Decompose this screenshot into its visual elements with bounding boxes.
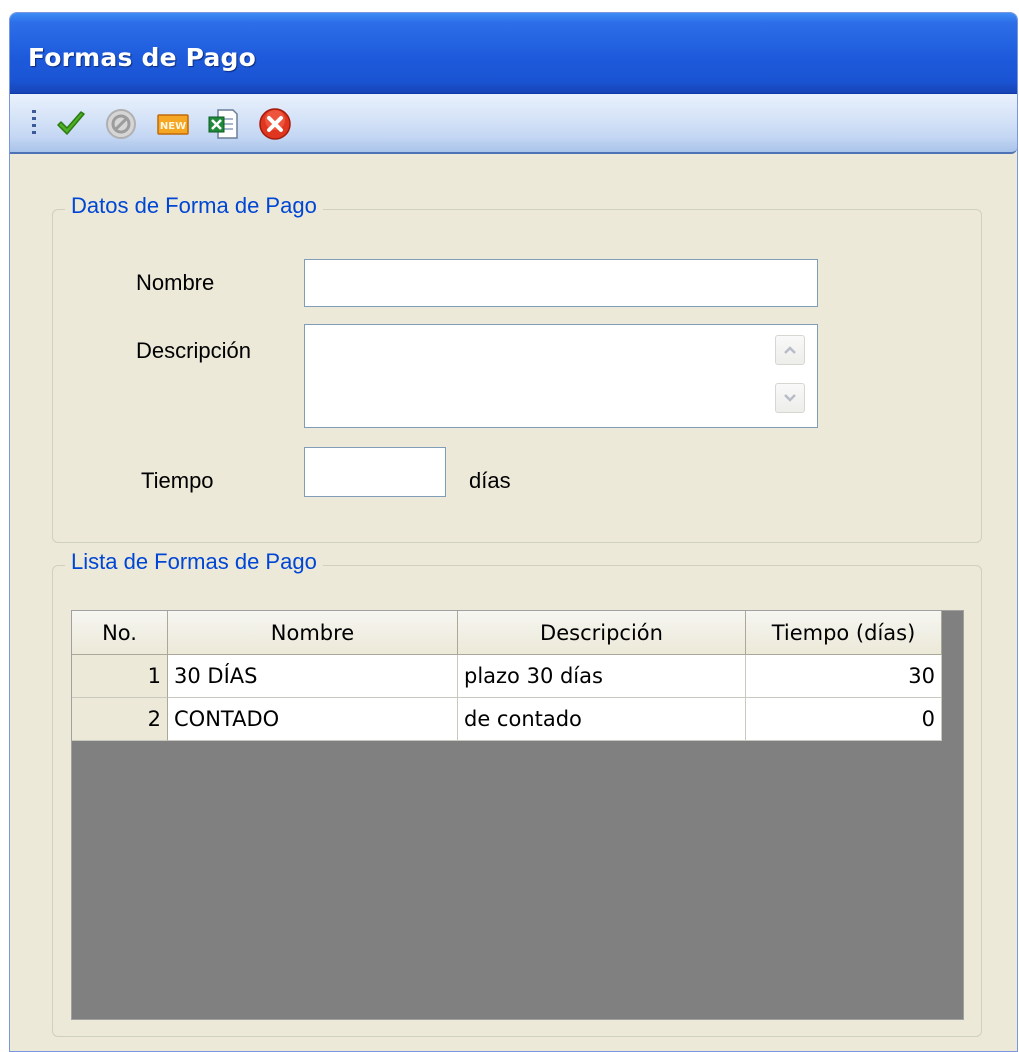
- table-row[interactable]: 2 CONTADO de contado 0: [72, 698, 942, 741]
- new-icon[interactable]: NEW: [156, 107, 190, 141]
- descripcion-textarea[interactable]: [304, 324, 818, 428]
- tiempo-unit-label: días: [469, 468, 511, 493]
- excel-export-icon[interactable]: [206, 107, 240, 141]
- cell-tiempo[interactable]: 0: [746, 698, 942, 741]
- formas-de-pago-window: Formas de Pago NEW Datos de Forma de Pag…: [9, 12, 1018, 1052]
- tiempo-input[interactable]: [304, 447, 446, 497]
- row-number[interactable]: 1: [72, 655, 168, 698]
- row-number[interactable]: 2: [72, 698, 168, 741]
- datos-forma-de-pago-group: Datos de Forma de Pago Nombre Descripció…: [52, 193, 982, 543]
- toolbar-grip[interactable]: [32, 110, 36, 138]
- column-header-nombre[interactable]: Nombre: [168, 611, 458, 655]
- cell-descripcion[interactable]: plazo 30 días: [458, 655, 746, 698]
- title-bar[interactable]: Formas de Pago: [10, 13, 1017, 94]
- table-row[interactable]: 1 30 DÍAS plazo 30 días 30: [72, 655, 942, 698]
- cell-nombre[interactable]: 30 DÍAS: [168, 655, 458, 698]
- nombre-input[interactable]: [304, 259, 818, 307]
- column-header-descripcion[interactable]: Descripción: [458, 611, 746, 655]
- check-icon[interactable]: [54, 107, 88, 141]
- column-header-tiempo[interactable]: Tiempo (días): [746, 611, 942, 655]
- scroll-up-button[interactable]: [775, 335, 805, 365]
- disabled-cancel-icon[interactable]: [104, 107, 138, 141]
- cell-nombre[interactable]: CONTADO: [168, 698, 458, 741]
- toolbar: NEW: [10, 94, 1017, 154]
- datos-group-legend: Datos de Forma de Pago: [65, 193, 323, 219]
- window-title: Formas de Pago: [28, 43, 257, 72]
- column-header-no[interactable]: No.: [72, 611, 168, 655]
- tiempo-label: Tiempo: [141, 468, 214, 493]
- formas-de-pago-grid[interactable]: No. Nombre Descripción Tiempo (días) 1 3…: [71, 610, 964, 1020]
- cell-descripcion[interactable]: de contado: [458, 698, 746, 741]
- lista-group-legend: Lista de Formas de Pago: [65, 549, 323, 575]
- descripcion-label: Descripción: [136, 338, 251, 363]
- grid-header-row: No. Nombre Descripción Tiempo (días): [72, 611, 942, 655]
- nombre-label: Nombre: [136, 270, 215, 295]
- scroll-down-button[interactable]: [775, 383, 805, 413]
- svg-text:NEW: NEW: [160, 121, 186, 132]
- cell-tiempo[interactable]: 30: [746, 655, 942, 698]
- close-icon[interactable]: [258, 107, 292, 141]
